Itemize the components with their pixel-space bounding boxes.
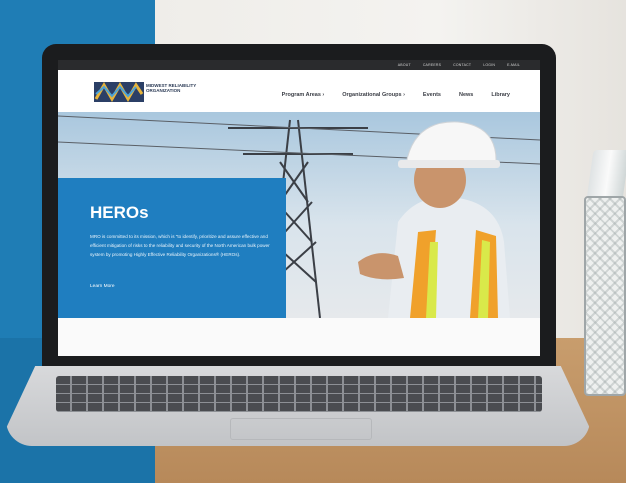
main-navbar: MIDWEST RELIABILITY ORGANIZATION Program…	[58, 70, 540, 112]
nav-program-areas[interactable]: Program Areas ›	[282, 92, 325, 98]
utility-link-about[interactable]: ABOUT	[398, 62, 411, 68]
nav-library[interactable]: Library	[491, 92, 510, 98]
paper-roll	[586, 150, 626, 200]
trackpad	[230, 418, 372, 440]
utility-link-email[interactable]: E-MAIL	[507, 62, 520, 68]
learn-more-link[interactable]: Learn More	[90, 284, 115, 289]
nav-events[interactable]: Events	[423, 92, 441, 98]
mesh-pencil-cup	[584, 196, 626, 396]
mro-logo-icon[interactable]	[94, 82, 144, 102]
logo-wordmark: MIDWEST RELIABILITY ORGANIZATION	[146, 83, 197, 93]
utility-link-contact[interactable]: CONTACT	[453, 62, 471, 68]
utility-bar: ABOUT CAREERS CONTACT LOGIN E-MAIL	[58, 60, 540, 70]
hero-description: MRO is committed to its mission, which i…	[90, 234, 270, 257]
keyboard-rows	[56, 376, 542, 412]
utility-link-careers[interactable]: CAREERS	[423, 62, 441, 68]
content-area	[58, 318, 540, 356]
primary-nav: Program Areas › Organizational Groups › …	[282, 92, 510, 98]
utility-links: ABOUT CAREERS CONTACT LOGIN E-MAIL	[398, 62, 520, 68]
nav-news[interactable]: News	[459, 92, 473, 98]
hero-title: HEROs	[90, 203, 149, 222]
nav-organizational-groups[interactable]: Organizational Groups ›	[342, 92, 405, 98]
laptop-screen: ABOUT CAREERS CONTACT LOGIN E-MAIL MIDWE…	[58, 60, 540, 356]
utility-link-login[interactable]: LOGIN	[483, 62, 495, 68]
